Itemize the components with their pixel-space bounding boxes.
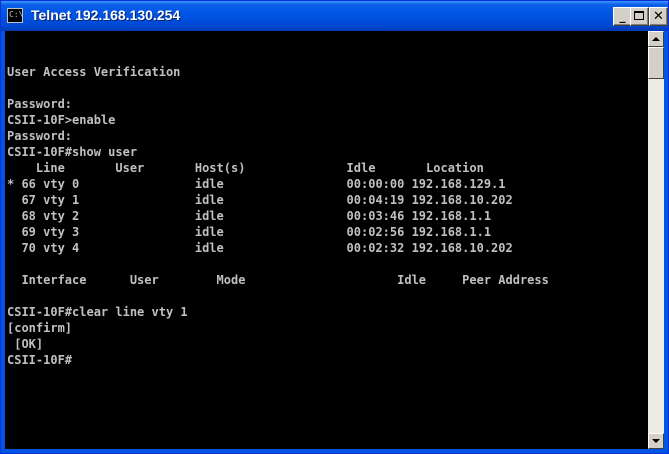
vertical-scrollbar[interactable]: [648, 31, 664, 449]
console-area[interactable]: User Access Verification Password: CSII-10…: [5, 31, 664, 449]
arrow-down-icon: [652, 439, 660, 443]
terminal-line: 68 vty 2 idle 00:03:46 192.168.1.1: [7, 209, 492, 223]
terminal-line: 70 vty 4 idle 00:02:32 192.168.10.202: [7, 241, 513, 255]
terminal-line: CSII-10F#: [7, 353, 73, 367]
terminal-line: [confirm]: [7, 321, 73, 335]
terminal-line: CSII-10F>enable: [7, 113, 116, 127]
telnet-window: C:\ Telnet 192.168.130.254 _ ✕ User Acce…: [0, 0, 669, 454]
console-icon[interactable]: C:\: [7, 8, 23, 23]
window-title: Telnet 192.168.130.254: [31, 7, 181, 23]
terminal-output[interactable]: User Access Verification Password: CSII-10…: [7, 32, 648, 448]
maximize-icon: [634, 11, 644, 20]
terminal-line: 67 vty 1 idle 00:04:19 192.168.10.202: [7, 193, 513, 207]
maximize-button[interactable]: [630, 7, 649, 26]
terminal-line: [OK]: [7, 337, 44, 351]
close-button[interactable]: ✕: [649, 7, 668, 26]
scroll-up-button[interactable]: [648, 31, 664, 47]
terminal-line: CSII-10F#clear line vty 1: [7, 305, 188, 319]
terminal-line: User Access Verification: [7, 65, 181, 79]
terminal-line: Line User Host(s) Idle Location: [7, 161, 484, 175]
terminal-line: CSII-10F#show user: [7, 145, 138, 159]
terminal-line: * 66 vty 0 idle 00:00:00 192.168.129.1: [7, 177, 506, 191]
terminal-line: Interface User Mode Idle Peer Address: [7, 273, 549, 287]
arrow-up-icon: [652, 37, 660, 41]
terminal-line: Password:: [7, 129, 73, 143]
title-bar[interactable]: C:\ Telnet 192.168.130.254 _ ✕: [1, 1, 668, 31]
scroll-down-button[interactable]: [648, 433, 664, 449]
scroll-thumb[interactable]: [648, 47, 664, 79]
terminal-line: Password:: [7, 97, 73, 111]
terminal-line: 69 vty 3 idle 00:02:56 192.168.1.1: [7, 225, 492, 239]
